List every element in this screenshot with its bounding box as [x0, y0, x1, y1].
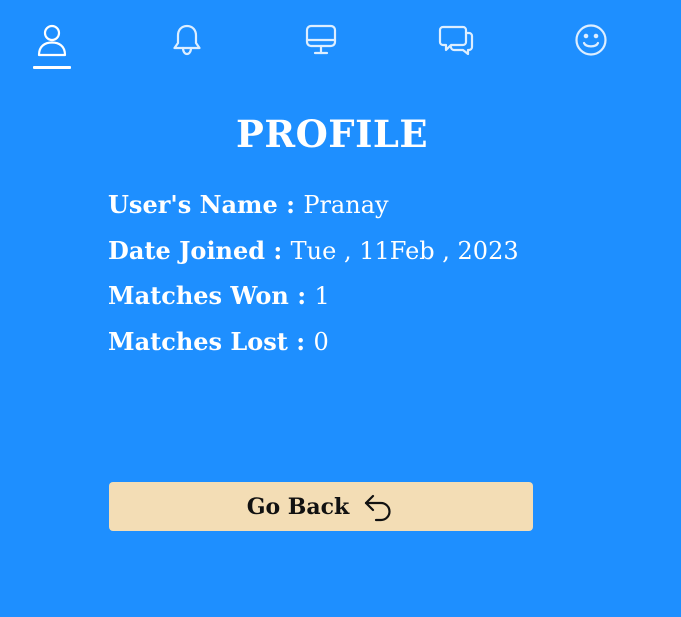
separator: :: [288, 281, 315, 310]
date-joined-label: Date Joined: [108, 235, 266, 265]
matches-won-row: Matches Won : 1: [108, 278, 628, 324]
go-back-label: Go Back: [246, 493, 350, 520]
matches-won-label: Matches Won: [108, 281, 289, 310]
profile-details: User's Name : Pranay Date Joined : Tue ,…: [108, 187, 628, 369]
matches-lost-row: Matches Lost : 0: [108, 324, 628, 370]
user-name-value: Pranay: [303, 191, 389, 219]
separator: :: [265, 235, 291, 265]
matches-lost-label: Matches Lost: [108, 326, 288, 356]
nav-item-profile[interactable]: [32, 22, 72, 70]
chat-icon: [438, 25, 474, 56]
date-joined-row: Date Joined : Tue , 11Feb , 2023: [108, 233, 628, 279]
user-name-label: User's Name: [108, 190, 278, 219]
nav-item-emoji[interactable]: [571, 22, 611, 70]
go-back-button[interactable]: Go Back: [109, 482, 533, 531]
nav-item-chat[interactable]: [436, 22, 476, 70]
smiley-icon: [575, 24, 607, 56]
active-tab-indicator: [33, 66, 71, 69]
separator: :: [277, 190, 304, 219]
user-icon: [37, 24, 67, 57]
page-title: PROFILE: [236, 112, 429, 156]
separator: :: [287, 326, 314, 356]
nav-item-notifications[interactable]: [167, 22, 207, 70]
matches-lost-value: 0: [313, 327, 329, 356]
undo-arrow-icon: [365, 494, 391, 521]
user-name-row: User's Name : Pranay: [108, 187, 628, 233]
matches-won-value: 1: [314, 282, 330, 310]
bell-icon: [173, 24, 201, 56]
monitor-icon: [305, 24, 337, 55]
top-nav: [0, 0, 681, 80]
nav-item-desktop[interactable]: [301, 22, 341, 70]
date-joined-value: Tue , 11Feb , 2023: [290, 236, 519, 265]
